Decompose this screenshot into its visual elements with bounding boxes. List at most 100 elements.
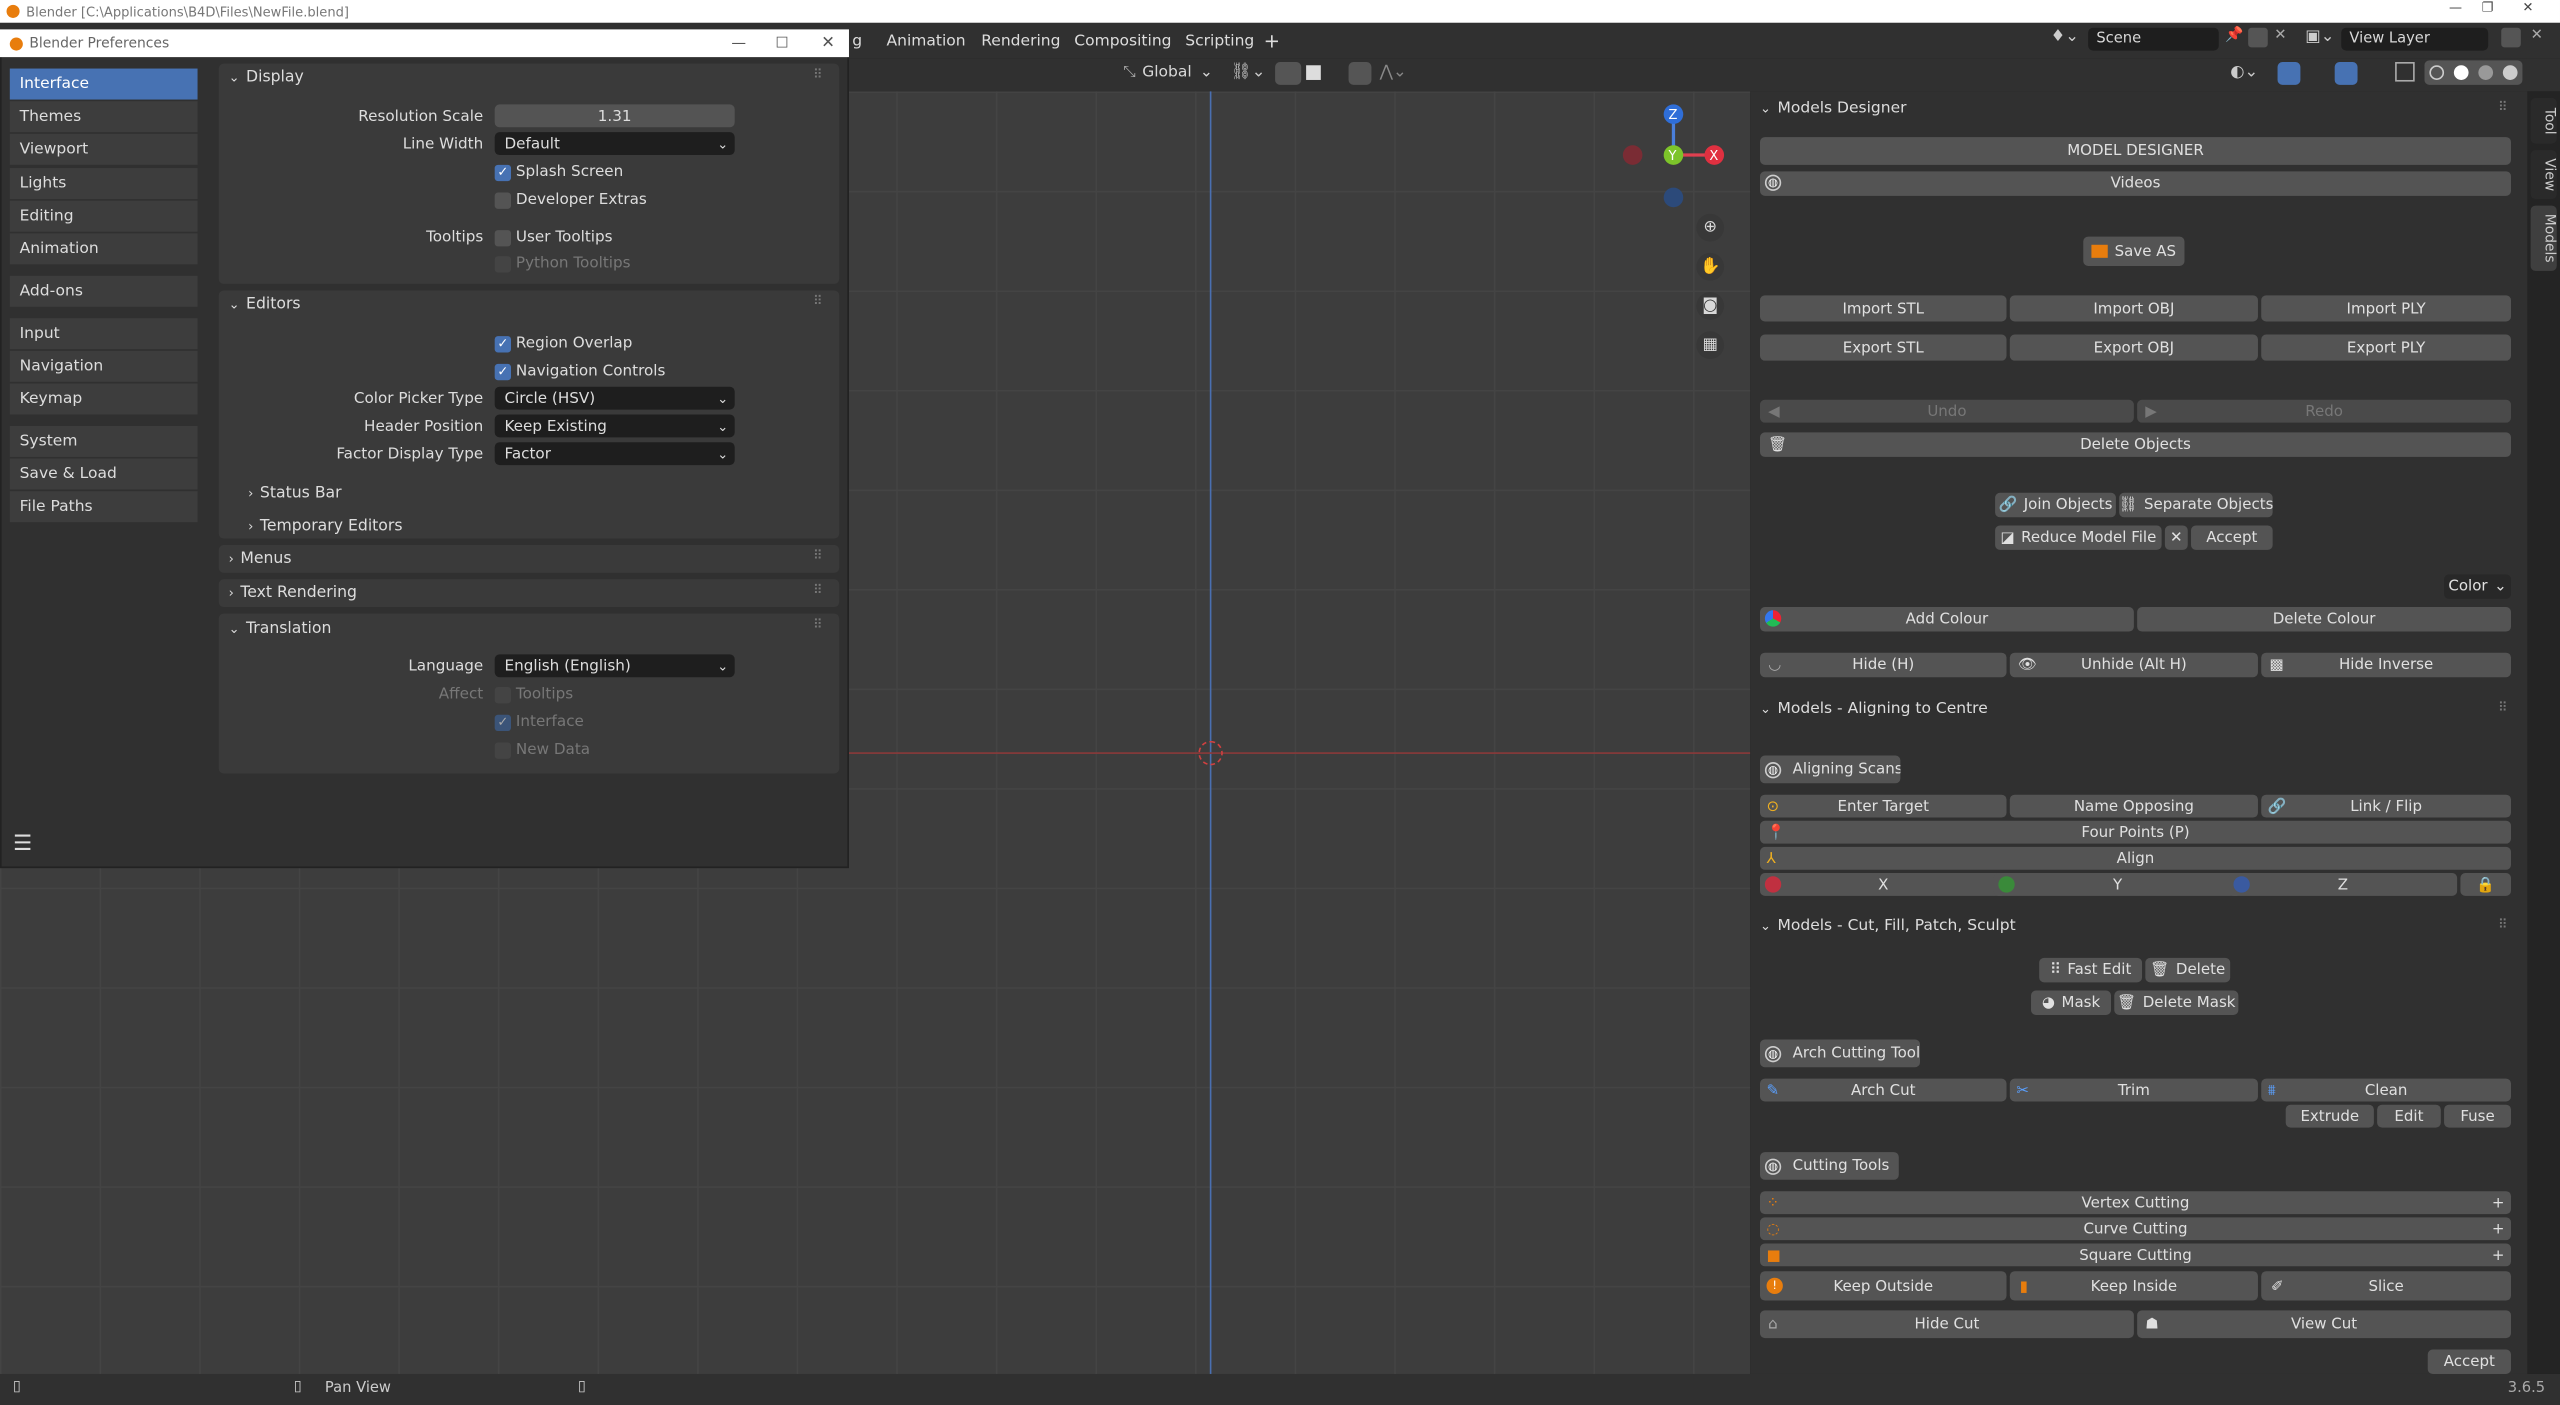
new-view-layer-icon[interactable] [2501, 27, 2521, 48]
scene-icon[interactable]: ♦⌄ [2051, 28, 2084, 51]
material-shading-icon[interactable] [2478, 65, 2494, 80]
save-as-button[interactable]: Save AS [2083, 236, 2185, 266]
view-cut-button[interactable]: ☗ View Cut [2137, 1310, 2512, 1339]
undo-button[interactable]: ◀ Undo [1759, 399, 2134, 423]
menus-header[interactable]: › Menus [229, 550, 292, 568]
delete-scene-icon[interactable]: ✕ [2274, 28, 2286, 44]
tab-scripting[interactable]: Scripting [1185, 33, 1254, 51]
resolution-scale-field[interactable]: 1.31 [494, 104, 735, 128]
sidebar-item-file-paths[interactable]: File Paths [9, 491, 198, 523]
visibility-icon[interactable]: ◐⌄ [2230, 64, 2258, 82]
arch-cutting-tool-button[interactable]: Arch Cutting Tool [1759, 1039, 1920, 1068]
add-colour-button[interactable]: Add Colour [1759, 607, 2134, 632]
vertex-cutting-button[interactable]: ⁘ Vertex Cutting + [1759, 1191, 2512, 1215]
wireframe-shading-icon[interactable] [2429, 65, 2445, 80]
tab-compositing[interactable]: Compositing [1074, 33, 1171, 51]
pivot-icon[interactable]: ⛓⌄ [1231, 64, 1265, 82]
slice-button[interactable]: ✐ Slice [2261, 1271, 2512, 1301]
drag-handle-icon[interactable]: ⠿ [813, 548, 824, 563]
view-layer-field[interactable]: View Layer [2341, 27, 2489, 51]
temporary-editors-subpanel[interactable]: › Temporary Editors [248, 517, 402, 535]
lock-axes-button[interactable]: 🔒 [2460, 873, 2512, 896]
tab-partial[interactable]: g [852, 33, 862, 51]
tab-models[interactable]: Models [2530, 205, 2557, 271]
delete-objects-button[interactable]: 🗑 Delete Objects [1759, 432, 2512, 457]
snap-icon[interactable] [1275, 62, 1302, 85]
delete-button[interactable]: 🗑 Delete [2145, 957, 2231, 983]
overlay-toggle-icon[interactable] [2334, 62, 2358, 85]
drag-handle-icon[interactable]: ⠿ [2498, 100, 2509, 115]
factor-display-dropdown[interactable]: Factor ⌄ [494, 442, 735, 466]
link-flip-button[interactable]: 🔗 Link / Flip [2261, 794, 2512, 818]
delete-view-layer-icon[interactable]: ✕ [2531, 28, 2543, 44]
navigation-gizmo[interactable]: Z X Y [1616, 98, 1730, 212]
pin-icon[interactable]: 📌 [2225, 28, 2243, 44]
name-opposing-button[interactable]: Name Opposing [2009, 794, 2258, 818]
keep-inside-button[interactable]: ▮ Keep Inside [2009, 1271, 2258, 1301]
import-obj-button[interactable]: Import OBJ [2009, 295, 2258, 322]
drag-handle-icon[interactable]: ⠿ [813, 617, 824, 632]
transform-orientation-dropdown[interactable]: ⤡ Global ⌄ [1123, 64, 1213, 82]
cancel-reduce-button[interactable]: ✕ [2164, 525, 2188, 550]
model-designer-button[interactable]: MODEL DESIGNER [1759, 137, 2512, 165]
splash-screen-checkbox[interactable]: ✓ Splash Screen [494, 163, 623, 181]
mask-button[interactable]: ◕ Mask [2031, 990, 2112, 1015]
text-rendering-header[interactable]: › Text Rendering [229, 584, 357, 602]
square-cutting-button[interactable]: ■ Square Cutting + [1759, 1243, 2512, 1267]
falloff-icon[interactable]: ⋀⌄ [1380, 64, 1407, 82]
restore-icon[interactable]: ❐ [2482, 0, 2494, 15]
import-stl-button[interactable]: Import STL [1759, 295, 2007, 322]
drag-handle-icon[interactable]: ⠿ [813, 67, 824, 82]
drag-handle-icon[interactable]: ⠿ [2498, 700, 2509, 715]
add-workspace-button[interactable]: + [1264, 29, 1280, 52]
fast-edit-button[interactable]: ⠿ Fast Edit [2039, 957, 2143, 983]
sidebar-item-themes[interactable]: Themes [9, 101, 198, 133]
hamburger-menu-icon[interactable]: ☰ [13, 832, 32, 856]
arch-cut-button[interactable]: ✎ Arch Cut [1759, 1078, 2007, 1102]
python-tooltips-checkbox[interactable]: Python Tooltips [494, 255, 631, 273]
status-bar-subpanel[interactable]: › Status Bar [248, 485, 341, 503]
maximize-icon[interactable]: ☐ [776, 35, 789, 51]
drag-handle-icon[interactable]: ⠿ [813, 294, 824, 309]
shading-mode-buttons[interactable] [2424, 60, 2523, 85]
x-axis-button[interactable]: X [1759, 873, 2007, 896]
sidebar-item-editing[interactable]: Editing [9, 200, 198, 232]
plus-icon[interactable]: + [2492, 1220, 2505, 1238]
user-tooltips-checkbox[interactable]: User Tooltips [494, 228, 613, 246]
sidebar-item-animation[interactable]: Animation [9, 233, 198, 265]
minimize-icon[interactable]: — [2449, 0, 2462, 15]
sidebar-item-save-load[interactable]: Save & Load [9, 458, 198, 490]
rendered-shading-icon[interactable] [2502, 65, 2518, 80]
3d-cursor[interactable] [1198, 740, 1223, 766]
cutting-header[interactable]: ⌄ Models - Cut, Fill, Patch, Sculpt [1760, 917, 2016, 935]
tab-animation[interactable]: Animation [887, 33, 966, 51]
tab-rendering[interactable]: Rendering [981, 33, 1060, 51]
unhide-button[interactable]: 👁 Unhide (Alt H) [2009, 652, 2258, 678]
close-icon[interactable]: ✕ [821, 34, 835, 52]
models-designer-header[interactable]: ⌄ Models Designer [1760, 100, 1907, 118]
sidebar-item-navigation[interactable]: Navigation [9, 350, 198, 382]
drag-handle-icon[interactable]: ⠿ [2498, 917, 2509, 932]
enter-target-button[interactable]: ⊙ Enter Target [1759, 794, 2007, 818]
curve-cutting-button[interactable]: ◌ Curve Cutting + [1759, 1217, 2512, 1241]
zoom-icon[interactable]: ⊕ [1696, 213, 1725, 242]
hide-cut-button[interactable]: ⌂ Hide Cut [1759, 1310, 2134, 1339]
plus-icon[interactable]: + [2492, 1194, 2505, 1212]
color-picker-dropdown[interactable]: Circle (HSV) ⌄ [494, 386, 735, 410]
close-icon[interactable]: ✕ [2522, 0, 2533, 15]
tab-tool[interactable]: Tool [2530, 97, 2557, 144]
sidebar-item-interface[interactable]: Interface [9, 68, 198, 100]
drag-handle-icon[interactable]: ⠿ [813, 583, 824, 598]
aligning-header[interactable]: ⌄ Models - Aligning to Centre [1760, 700, 1988, 718]
grid-view-icon[interactable]: ▦ [1696, 331, 1725, 360]
navigation-controls-checkbox[interactable]: ✓ Navigation Controls [494, 362, 665, 380]
proportional-edit-icon[interactable] [1348, 62, 1372, 85]
region-overlap-checkbox[interactable]: ✓ Region Overlap [494, 335, 632, 352]
keep-outside-button[interactable]: ! Keep Outside [1759, 1271, 2007, 1301]
sidebar-item-input[interactable]: Input [9, 318, 198, 350]
redo-button[interactable]: ▶ Redo [2137, 399, 2512, 423]
sidebar-item-addons[interactable]: Add-ons [9, 275, 198, 307]
plus-icon[interactable]: + [2492, 1246, 2505, 1264]
reduce-model-file-button[interactable]: ◪ Reduce Model File [1995, 525, 2162, 550]
language-dropdown[interactable]: English (English) ⌄ [494, 654, 735, 678]
